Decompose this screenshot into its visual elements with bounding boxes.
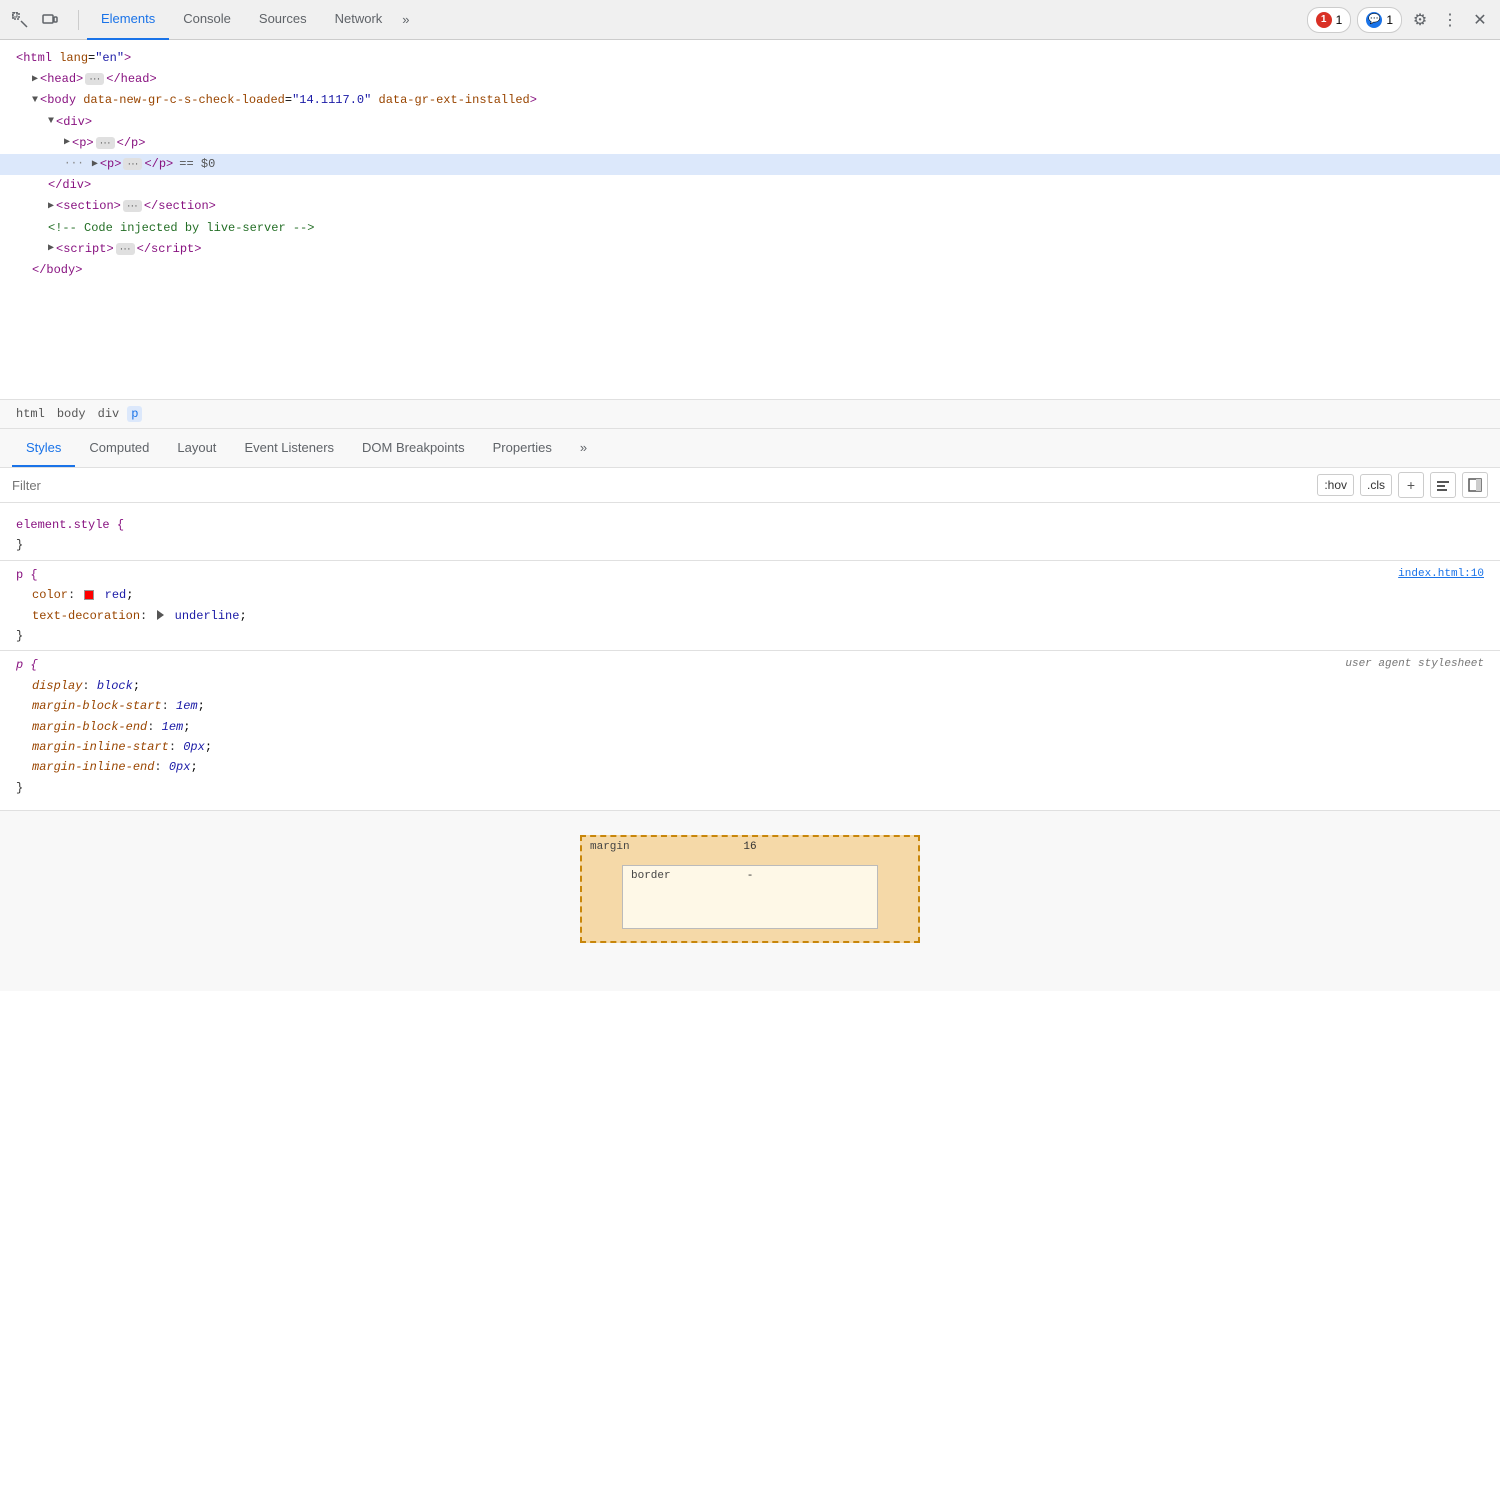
expand-arrow-body[interactable]: ▼ — [32, 93, 38, 109]
tab-computed[interactable]: Computed — [75, 429, 163, 467]
margin-label: margin — [590, 841, 630, 853]
expand-arrow-script[interactable]: ▶ — [48, 241, 54, 257]
filter-input[interactable] — [12, 478, 1309, 493]
error-count-label: 1 — [1336, 13, 1343, 27]
css-margin-inline-end-prop[interactable]: margin-inline-end: 0px; — [16, 757, 1484, 777]
box-model-panel: margin 16 border - — [0, 811, 1500, 991]
element-style-selector[interactable]: element.style { — [16, 515, 1484, 535]
tab-elements[interactable]: Elements — [87, 0, 169, 40]
content-area — [653, 886, 847, 916]
css-margin-inline-start-prop[interactable]: margin-inline-start: 0px; — [16, 737, 1484, 757]
dots-p2[interactable]: ··· — [123, 158, 142, 170]
toolbar-left-icons — [8, 8, 62, 32]
dots-script[interactable]: ··· — [116, 243, 135, 255]
hov-button[interactable]: :hov — [1317, 474, 1354, 496]
tab-properties[interactable]: Properties — [479, 429, 566, 467]
warn-count-label: 1 — [1386, 13, 1393, 27]
dom-line-div[interactable]: ▼ <div> — [0, 112, 1500, 133]
dots-section[interactable]: ··· — [123, 200, 142, 212]
toolbar-divider-1 — [78, 10, 79, 30]
error-count: 1 — [1316, 12, 1332, 28]
new-rule-button[interactable] — [1430, 472, 1456, 498]
device-toggle-button[interactable] — [38, 8, 62, 32]
main-tab-nav: Elements Console Sources Network » — [87, 0, 416, 40]
dom-line-script[interactable]: ▶ <script>···</script> — [0, 239, 1500, 260]
expand-arrow-p1[interactable]: ▶ — [64, 135, 70, 151]
dom-line-close-div[interactable]: </div> — [0, 175, 1500, 196]
css-display-prop[interactable]: display: block; — [16, 676, 1484, 696]
p-selector-line[interactable]: p { index.html:10 — [16, 565, 1484, 585]
filter-bar: :hov .cls + — [0, 468, 1500, 503]
source-link-1[interactable]: index.html:10 — [1398, 565, 1484, 584]
warn-icon: 💬 — [1366, 12, 1382, 28]
dom-line-close-body[interactable]: </body> — [0, 260, 1500, 281]
styles-sub-tabs: Styles Computed Layout Event Listeners D… — [0, 429, 1500, 468]
breadcrumb-bar: html body div p — [0, 400, 1500, 429]
dom-line-html[interactable]: <html lang="en"> — [0, 48, 1500, 69]
expand-arrow-section[interactable]: ▶ — [48, 199, 54, 215]
error-badge-button[interactable]: 1 1 — [1307, 7, 1352, 33]
tab-more-styles[interactable]: » — [566, 429, 601, 467]
dom-tree-panel: <html lang="en"> ▶ <head>···</head> ▼ <b… — [0, 40, 1500, 400]
color-swatch[interactable] — [84, 590, 94, 600]
box-model-container: margin 16 border - — [16, 835, 1484, 943]
element-style-block: element.style { } — [0, 511, 1500, 560]
breadcrumb-html[interactable]: html — [12, 406, 49, 422]
border-box: border - — [622, 865, 878, 929]
p-ua-selector-line[interactable]: p { user agent stylesheet — [16, 655, 1484, 675]
css-text-decoration-prop[interactable]: text-decoration: underline; — [16, 606, 1484, 626]
tab-dom-breakpoints[interactable]: DOM Breakpoints — [348, 429, 479, 467]
breadcrumb-div[interactable]: div — [94, 406, 124, 422]
p-ua-block: p { user agent stylesheet display: block… — [0, 651, 1500, 802]
toggle-sidebar-button[interactable] — [1462, 472, 1488, 498]
css-color-prop[interactable]: color: red; — [16, 585, 1484, 605]
breadcrumb-body[interactable]: body — [53, 406, 90, 422]
more-options-button[interactable]: ⋮ — [1438, 8, 1462, 32]
tab-event-listeners[interactable]: Event Listeners — [230, 429, 348, 467]
margin-box: margin 16 border - — [580, 835, 920, 943]
dollar-zero-indicator: == $0 — [179, 155, 215, 174]
dom-line-head[interactable]: ▶ <head>···</head> — [0, 69, 1500, 90]
dots-head[interactable]: ··· — [85, 73, 104, 85]
close-devtools-button[interactable]: ✕ — [1468, 8, 1492, 32]
dom-line-section[interactable]: ▶ <section>···</section> — [0, 196, 1500, 217]
p-styles-close: } — [16, 626, 1484, 646]
p-ua-close: } — [16, 778, 1484, 798]
expand-arrow[interactable]: ▶ — [32, 72, 38, 88]
css-margin-block-start-prop[interactable]: margin-block-start: 1em; — [16, 696, 1484, 716]
tab-console[interactable]: Console — [169, 0, 245, 40]
warn-badge-button[interactable]: 💬 1 — [1357, 7, 1402, 33]
margin-value: 16 — [743, 841, 756, 853]
cls-button[interactable]: .cls — [1360, 474, 1392, 496]
toolbar-right: 1 1 💬 1 ⚙ ⋮ ✕ — [1307, 7, 1492, 33]
inspect-element-button[interactable] — [8, 8, 32, 32]
css-margin-block-end-prop[interactable]: margin-block-end: 1em; — [16, 717, 1484, 737]
ua-source-label: user agent stylesheet — [1345, 655, 1484, 674]
devtools-toolbar: Elements Console Sources Network » 1 1 💬… — [0, 0, 1500, 40]
expand-arrow-p2[interactable]: ▶ — [92, 157, 98, 173]
border-label: border — [631, 870, 671, 882]
dom-line-p1[interactable]: ▶ <p>···</p> — [0, 133, 1500, 154]
dots-prefix: ··· — [64, 156, 84, 174]
p-styles-block: p { index.html:10 color: red; text-decor… — [0, 561, 1500, 651]
box-model: margin 16 border - — [580, 835, 920, 943]
tab-network[interactable]: Network — [321, 0, 397, 40]
border-value: - — [747, 870, 754, 882]
more-tabs-button[interactable]: » — [396, 4, 415, 35]
expand-arrow-div[interactable]: ▼ — [48, 114, 54, 130]
dom-line-comment: <!-- Code injected by live-server --> — [0, 218, 1500, 239]
tab-styles[interactable]: Styles — [12, 429, 75, 467]
styles-content: element.style { } p { index.html:10 colo… — [0, 503, 1500, 811]
settings-button[interactable]: ⚙ — [1408, 8, 1432, 32]
breadcrumb-p[interactable]: p — [127, 406, 142, 422]
add-rule-button[interactable]: + — [1398, 472, 1424, 498]
dots-p1[interactable]: ··· — [96, 137, 115, 149]
tab-layout[interactable]: Layout — [163, 429, 230, 467]
element-style-close: } — [16, 535, 1484, 555]
dom-line-p2-selected[interactable]: ··· ▶ <p>···</p> == $0 — [0, 154, 1500, 175]
text-decoration-expand[interactable] — [157, 610, 164, 620]
dom-line-body[interactable]: ▼ <body data-new-gr-c-s-check-loaded="14… — [0, 90, 1500, 111]
tab-sources[interactable]: Sources — [245, 0, 321, 40]
filter-actions: :hov .cls + — [1317, 472, 1488, 498]
